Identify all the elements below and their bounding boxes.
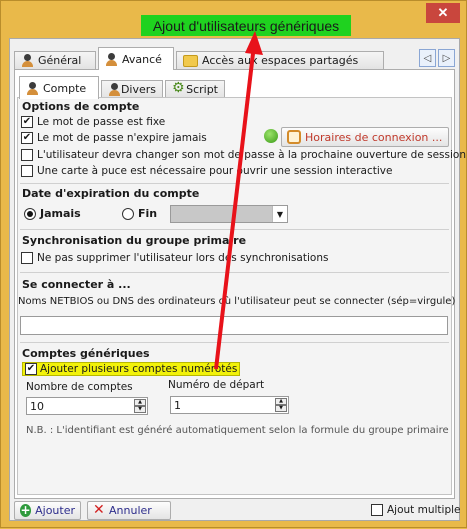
divider (20, 272, 449, 273)
section-title-generic-accounts: Comptes génériques (22, 347, 150, 360)
dialog-client: Général Avancé Accès aux espaces partagé… (9, 38, 466, 521)
checkbox[interactable]: ✔ (21, 116, 33, 128)
divider (20, 229, 449, 230)
divider (20, 342, 449, 343)
tab-scroll-left-button[interactable]: ◁ (419, 49, 436, 67)
spin-up-icon[interactable]: ▲ (275, 398, 287, 405)
checkbox-label: Ne pas supprimer l'utilisateur lors des … (37, 252, 329, 264)
button-label: Annuler (109, 504, 152, 517)
tab-panel-avance: Compte Divers Script Options de compte ✔… (14, 69, 466, 499)
generation-note: N.B. : L'identifiant est généré automati… (26, 425, 449, 436)
tab-avance[interactable]: Avancé (98, 47, 174, 70)
footer-bar: + Ajouter ✕ Annuler Ajout multiple (10, 501, 461, 521)
subtab-script[interactable]: Script (165, 80, 225, 98)
subtab-label: Compte (43, 81, 87, 95)
cancel-button[interactable]: ✕ Annuler (87, 501, 171, 520)
close-icon: ✕ (93, 502, 105, 518)
subtab-label: Divers (120, 83, 156, 96)
section-title-account-options: Options de compte (22, 100, 140, 113)
section-title-sync: Synchronisation du groupe primaire (22, 234, 247, 247)
login-hours-button[interactable]: Horaires de connexion ... (281, 127, 449, 147)
status-indicator-icon (264, 129, 278, 143)
checkbox-must-change-password[interactable]: L'utilisateur devra changer son mot de p… (21, 149, 466, 161)
add-button[interactable]: + Ajouter (14, 501, 81, 520)
sub-tabs: Compte Divers Script (19, 76, 449, 99)
dialog-window: Ajout d'utilisateurs génériques ✕ Généra… (0, 0, 467, 528)
title-bar[interactable]: Ajout d'utilisateurs génériques ✕ (1, 1, 466, 37)
close-button[interactable]: ✕ (426, 3, 460, 23)
checkbox[interactable]: ✔ (21, 132, 33, 144)
spin-down-icon[interactable]: ▼ (275, 405, 287, 412)
user-icon (21, 54, 34, 67)
checkbox-label: L'utilisateur devra changer son mot de p… (37, 149, 466, 161)
checkbox[interactable]: ✔ (25, 363, 37, 375)
tab-scroll-buttons: ◁ ▷ (419, 49, 455, 67)
radio-end[interactable]: Fin (122, 207, 157, 220)
radio-button[interactable] (122, 207, 134, 220)
checkbox-label: Le mot de passe n'expire jamais (37, 132, 207, 144)
folder-icon (183, 54, 198, 67)
account-count-input[interactable]: 10 ▲ ▼ (26, 397, 148, 415)
tab-scroll-right-button[interactable]: ▷ (438, 49, 455, 67)
checkbox-label: Une carte à puce est nécessaire pour ouv… (37, 165, 393, 177)
start-number-stepper[interactable]: ▲ ▼ (275, 398, 287, 412)
checkbox-label: Le mot de passe est fixe (37, 116, 166, 128)
divider (20, 183, 449, 184)
section-title-expiration: Date d'expiration du compte (22, 187, 200, 200)
tab-acces-espaces-partages[interactable]: Accès aux espaces partagés (176, 51, 384, 69)
script-icon (172, 80, 185, 96)
user-icon (26, 81, 39, 95)
input-value: 10 (30, 399, 44, 413)
checkbox-password-never-expires[interactable]: ✔ Le mot de passe n'expire jamais (21, 132, 207, 144)
checkbox-bulk-add[interactable]: Ajout multiple (371, 504, 461, 516)
checkbox[interactable] (371, 504, 383, 516)
input-value: 1 (174, 398, 181, 412)
radio-button[interactable] (24, 207, 36, 220)
checkbox-password-fixed[interactable]: ✔ Le mot de passe est fixe (21, 116, 165, 128)
checkbox[interactable] (21, 165, 33, 177)
section-title-connect: Se connecter à ... (22, 278, 131, 291)
user-icon (108, 83, 120, 96)
start-number-input[interactable]: 1 ▲ ▼ (170, 396, 289, 414)
radio-never[interactable]: Jamais (24, 207, 81, 220)
checkbox-label: Ajout multiple (387, 504, 461, 516)
subtab-compte[interactable]: Compte (19, 76, 99, 99)
chevron-down-icon[interactable]: ▼ (272, 206, 287, 222)
count-label: Nombre de comptes (26, 381, 133, 393)
workstations-input[interactable] (20, 316, 448, 335)
window-title: Ajout d'utilisateurs génériques (141, 15, 351, 36)
checkbox-keep-user-on-sync[interactable]: Ne pas supprimer l'utilisateur lors des … (21, 252, 328, 264)
connect-field-label: Noms NETBIOS ou DNS des ordinateurs où l… (18, 296, 456, 307)
subtab-label: Script (186, 83, 218, 96)
checkbox-add-numbered-accounts[interactable]: ✔ Ajouter plusieurs comptes numérotés (22, 362, 241, 376)
tab-label: Accès aux espaces partagés (202, 54, 359, 67)
subtab-divers[interactable]: Divers (101, 80, 163, 98)
checkbox-label: Ajouter plusieurs comptes numérotés (40, 363, 238, 375)
button-label: Ajouter (35, 504, 75, 517)
radio-label: Fin (138, 207, 158, 220)
tab-general[interactable]: Général (14, 51, 96, 69)
button-label: Horaires de connexion ... (305, 130, 443, 144)
spin-down-icon[interactable]: ▼ (134, 406, 146, 413)
main-tabs: Général Avancé Accès aux espaces partagé… (14, 47, 455, 70)
tab-label: Général (38, 54, 82, 67)
radio-label: Jamais (40, 207, 81, 220)
start-number-label: Numéro de départ (168, 379, 265, 391)
checkbox[interactable] (21, 252, 33, 264)
subtab-panel-compte: Options de compte ✔ Le mot de passe est … (17, 97, 466, 495)
spin-up-icon[interactable]: ▲ (134, 399, 146, 406)
expiration-date-picker[interactable]: ▼ (170, 205, 288, 223)
plus-icon: + (20, 503, 32, 517)
checkbox[interactable] (21, 149, 33, 161)
tab-label: Avancé (122, 52, 162, 66)
clock-icon (287, 130, 301, 144)
checkbox-smartcard-required[interactable]: Une carte à puce est nécessaire pour ouv… (21, 165, 392, 177)
count-stepper[interactable]: ▲ ▼ (134, 399, 146, 413)
user-icon (105, 52, 118, 66)
